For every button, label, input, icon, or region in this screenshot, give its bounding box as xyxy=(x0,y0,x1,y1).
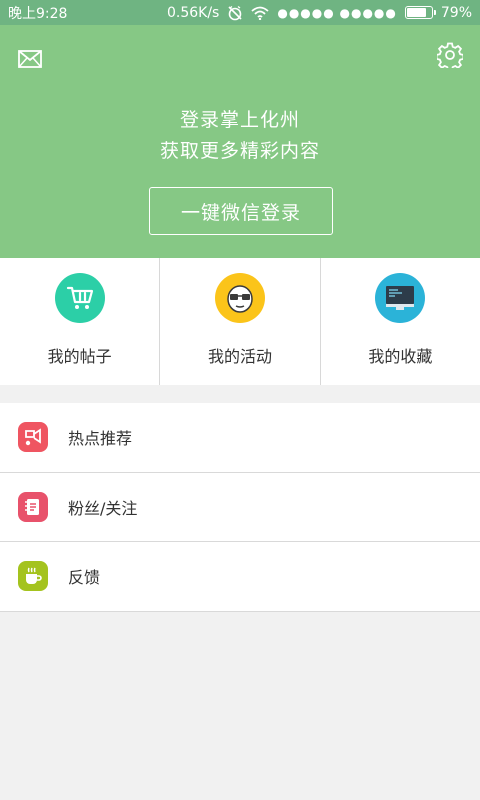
hot-recommend-icon xyxy=(18,422,48,453)
alarm-off-icon xyxy=(228,5,242,20)
menu-item-feedback[interactable]: 反馈 xyxy=(0,542,480,612)
battery-fill xyxy=(406,8,426,17)
quick-label: 我的收藏 xyxy=(368,347,433,366)
mail-icon[interactable] xyxy=(18,49,42,69)
coffee-cup-icon xyxy=(18,561,48,592)
network-speed: 0.56K/s xyxy=(166,4,220,21)
face-glasses-icon xyxy=(214,273,265,323)
quick-label: 我的活动 xyxy=(207,347,272,366)
monitor-icon xyxy=(375,273,426,323)
status-bar: 晚上9:28 0.56K/s ●●●●● ●●●●● 79% xyxy=(0,0,480,25)
battery-percent: 79% xyxy=(440,4,472,21)
quick-my-activities[interactable]: 我的活动 xyxy=(159,258,319,385)
gear-icon[interactable] xyxy=(437,42,463,68)
quick-label: 我的帖子 xyxy=(47,347,112,366)
menu-item-fans-follow[interactable]: 粉丝/关注 xyxy=(0,473,480,542)
wechat-login-button[interactable]: 一键微信登录 xyxy=(149,187,333,235)
quick-grid: 我的帖子 我的活动 我的收藏 xyxy=(0,258,480,385)
status-indicators: 0.56K/s ●●●●● ●●●●● 79% xyxy=(167,5,472,21)
menu-label: 粉丝/关注 xyxy=(68,498,138,518)
header-title: 登录掌上化州 xyxy=(179,109,300,131)
quick-my-favorites[interactable]: 我的收藏 xyxy=(319,258,480,385)
header-subtitle: 获取更多精彩内容 xyxy=(159,140,320,162)
menu-list: 热点推荐 粉丝/关注 反馈 xyxy=(0,403,480,612)
login-header: 登录掌上化州 获取更多精彩内容 一键微信登录 xyxy=(0,25,480,258)
wifi-icon xyxy=(251,6,269,20)
menu-label: 反馈 xyxy=(68,568,101,588)
notebook-icon xyxy=(18,491,48,522)
menu-item-hot-recommend[interactable]: 热点推荐 xyxy=(0,403,480,473)
signal-strength: ●●●●● ●●●●● xyxy=(277,5,397,20)
menu-label: 热点推荐 xyxy=(68,429,133,449)
status-time: 晚上9:28 xyxy=(8,5,68,22)
shopping-cart-icon xyxy=(54,273,105,323)
battery-icon xyxy=(404,6,436,19)
quick-my-posts[interactable]: 我的帖子 xyxy=(0,258,159,385)
